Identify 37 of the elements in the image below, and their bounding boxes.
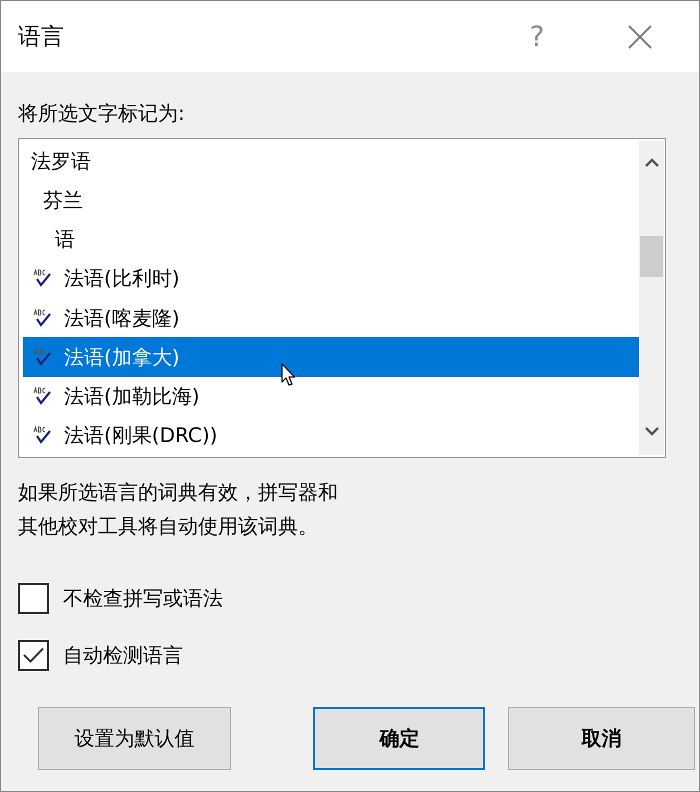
chevron-down-icon — [644, 426, 658, 436]
spellcheck-icon — [33, 348, 51, 366]
spellcheck-icon — [33, 387, 51, 406]
dialog-button[interactable]: 设置为默认值 — [38, 707, 232, 770]
language-name: 法语(加拿大) — [64, 344, 180, 370]
language-item[interactable]: 法语(刚果(DRC)) — [23, 416, 639, 455]
mouse-pointer-icon — [281, 363, 296, 387]
checkmark-icon — [23, 647, 44, 663]
language-item[interactable]: 法罗语 — [23, 141, 639, 180]
checkbox-label: 自动检测语言 — [63, 642, 183, 668]
language-item[interactable]: 法语(比利时) — [23, 258, 639, 298]
spellcheck-icon — [33, 269, 51, 288]
language-name: 法语(刚果(DRC)) — [64, 422, 218, 448]
list-label: 将所选文字标记为: — [18, 100, 185, 126]
language-name: 法罗语 — [31, 148, 91, 174]
language-name: 法语(比利时) — [64, 265, 180, 292]
language-name: 语 — [55, 226, 75, 252]
chevron-up-icon — [644, 158, 658, 166]
language-item[interactable]: 语 — [23, 220, 639, 259]
language-item[interactable]: 法语(加拿大) — [23, 337, 639, 376]
language-name: 芬兰 — [43, 186, 83, 213]
language-item[interactable]: 法语(加勒比海) — [23, 376, 639, 416]
language-name: 法语(加勒比海) — [64, 383, 200, 410]
close-icon — [628, 24, 652, 48]
dialog-button[interactable]: 取消 — [508, 707, 695, 770]
spellcheck-icon — [33, 426, 51, 444]
scroll-thumb[interactable] — [640, 236, 663, 277]
window-title: 语言 — [18, 22, 65, 52]
description-text: 如果所选语言的词典有效，拼写器和 其他校对工具将自动使用该词典。 — [18, 479, 338, 540]
language-item[interactable]: 芬兰 — [23, 180, 639, 220]
language-name: 法语(喀麦隆) — [64, 304, 180, 331]
spellcheck-icon — [33, 308, 51, 327]
dialog-button[interactable]: 确定 — [313, 707, 486, 770]
checkbox[interactable] — [18, 582, 49, 614]
checkbox[interactable] — [18, 640, 49, 670]
language-item[interactable]: 法语(喀麦隆) — [23, 298, 639, 338]
checkbox-label: 不检查拼写或语法 — [63, 585, 223, 611]
